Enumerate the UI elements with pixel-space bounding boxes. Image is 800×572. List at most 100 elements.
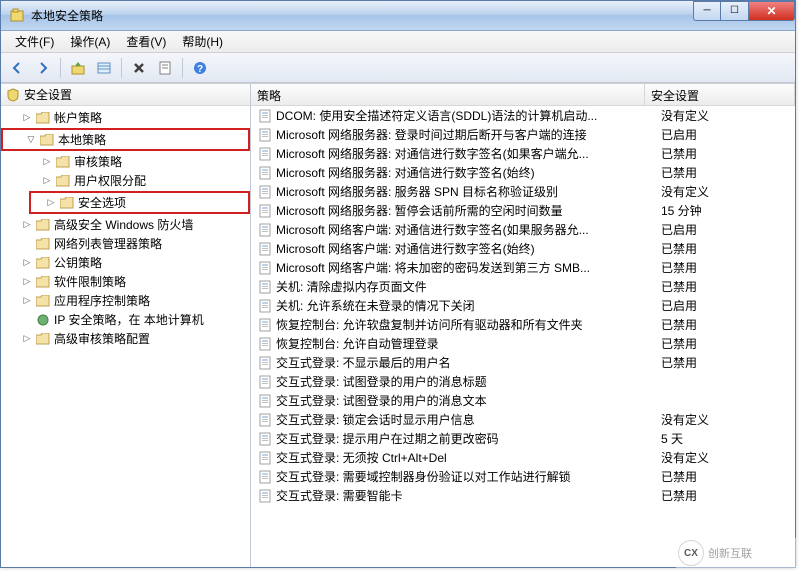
policy-icon [257, 450, 273, 466]
help-button[interactable]: ? [188, 56, 212, 80]
policy-setting: 已禁用 [661, 164, 795, 181]
expand-icon[interactable]: ▷ [21, 219, 33, 231]
list-row[interactable]: Microsoft 网络服务器: 对通信进行数字签名(如果客户端允...已禁用 [251, 144, 795, 163]
policy-setting: 已禁用 [661, 278, 795, 295]
list-row[interactable]: Microsoft 网络服务器: 暂停会话前所需的空闲时间数量15 分钟 [251, 201, 795, 220]
policy-icon [257, 260, 273, 276]
expand-icon[interactable]: ▷ [45, 197, 57, 209]
highlight-security-options: ▷ 安全选项 [29, 191, 250, 214]
tree-item-publickey[interactable]: ▷ 公钥策略 [1, 253, 250, 272]
list-row[interactable]: 关机: 清除虚拟内存页面文件已禁用 [251, 277, 795, 296]
delete-button[interactable] [127, 56, 151, 80]
expand-icon[interactable]: ▷ [41, 175, 53, 187]
forward-button[interactable] [31, 56, 55, 80]
tree-item-label: 帐户策略 [54, 109, 102, 126]
policy-icon [257, 146, 273, 162]
list-row[interactable]: 交互式登录: 需要智能卡已禁用 [251, 486, 795, 505]
list-row[interactable]: Microsoft 网络服务器: 登录时间过期后断开与客户端的连接已启用 [251, 125, 795, 144]
tree-item-audit-policy[interactable]: ▷ 审核策略 [1, 152, 250, 171]
tree-item-label: 高级安全 Windows 防火墙 [54, 216, 193, 233]
expand-spacer [21, 238, 33, 250]
minimize-button[interactable]: ─ [693, 1, 721, 21]
list-row[interactable]: Microsoft 网络服务器: 服务器 SPN 目标名称验证级别没有定义 [251, 182, 795, 201]
policy-name: Microsoft 网络服务器: 对通信进行数字签名(始终) [276, 164, 661, 181]
list-row[interactable]: 交互式登录: 锁定会话时显示用户信息没有定义 [251, 410, 795, 429]
toolbar-separator [121, 58, 122, 78]
menu-view[interactable]: 查看(V) [118, 31, 174, 52]
tree-item-local-policy[interactable]: ▽ 本地策略 [5, 130, 246, 149]
tree-item-user-rights[interactable]: ▷ 用户权限分配 [1, 171, 250, 190]
expand-icon[interactable]: ▷ [21, 295, 33, 307]
menu-file[interactable]: 文件(F) [7, 31, 62, 52]
back-button[interactable] [5, 56, 29, 80]
policy-setting: 没有定义 [661, 183, 795, 200]
content-area: 安全设置 ▷ 帐户策略 ▽ 本地策略 ▷ [1, 83, 795, 567]
window-title: 本地安全策略 [31, 7, 693, 24]
folder-icon [59, 195, 75, 211]
list-row[interactable]: 关机: 允许系统在未登录的情况下关闭已启用 [251, 296, 795, 315]
list-button[interactable] [92, 56, 116, 80]
policy-name: 交互式登录: 无须按 Ctrl+Alt+Del [276, 449, 661, 466]
policy-name: 交互式登录: 不显示最后的用户名 [276, 354, 661, 371]
policy-setting: 5 天 [661, 430, 795, 447]
folder-icon [35, 217, 51, 233]
list-row[interactable]: 交互式登录: 试图登录的用户的消息标题 [251, 372, 795, 391]
list-row[interactable]: 交互式登录: 需要域控制器身份验证以对工作站进行解锁已禁用 [251, 467, 795, 486]
list-row[interactable]: 恢复控制台: 允许软盘复制并访问所有驱动器和所有文件夹已禁用 [251, 315, 795, 334]
policy-setting: 已禁用 [661, 468, 795, 485]
list-row[interactable]: 交互式登录: 无须按 Ctrl+Alt+Del没有定义 [251, 448, 795, 467]
toolbar-separator [182, 58, 183, 78]
list-row[interactable]: 交互式登录: 试图登录的用户的消息文本 [251, 391, 795, 410]
expand-icon[interactable]: ▷ [21, 333, 33, 345]
policy-icon [257, 241, 273, 257]
column-setting[interactable]: 安全设置 [645, 84, 795, 105]
policy-icon [257, 336, 273, 352]
policy-name: 交互式登录: 需要域控制器身份验证以对工作站进行解锁 [276, 468, 661, 485]
folder-icon [35, 236, 51, 252]
list-row[interactable]: Microsoft 网络客户端: 将未加密的密码发送到第三方 SMB...已禁用 [251, 258, 795, 277]
tree-item-app-control[interactable]: ▷ 应用程序控制策略 [1, 291, 250, 310]
tree-item-firewall[interactable]: ▷ 高级安全 Windows 防火墙 [1, 215, 250, 234]
list-row[interactable]: Microsoft 网络服务器: 对通信进行数字签名(始终)已禁用 [251, 163, 795, 182]
close-button[interactable]: ✕ [749, 1, 795, 21]
expand-icon[interactable]: ▷ [21, 276, 33, 288]
menu-action[interactable]: 操作(A) [62, 31, 118, 52]
tree-item-software-restrict[interactable]: ▷ 软件限制策略 [1, 272, 250, 291]
policy-setting: 已禁用 [661, 259, 795, 276]
policy-icon [257, 279, 273, 295]
tree-item-label: 公钥策略 [54, 254, 102, 271]
ipsec-icon [35, 312, 51, 328]
expand-icon[interactable]: ▷ [41, 156, 53, 168]
toolbar: ? [1, 53, 795, 83]
folder-icon [39, 132, 55, 148]
titlebar[interactable]: 本地安全策略 ─ ☐ ✕ [1, 1, 795, 31]
tree-item-label: 软件限制策略 [54, 273, 126, 290]
tree-item-ipsec[interactable]: IP 安全策略，在 本地计算机 [1, 310, 250, 329]
list-row[interactable]: Microsoft 网络客户端: 对通信进行数字签名(如果服务器允...已启用 [251, 220, 795, 239]
list-row[interactable]: 交互式登录: 不显示最后的用户名已禁用 [251, 353, 795, 372]
watermark: CX 创新互联 [676, 538, 796, 568]
tree-item-netlist[interactable]: 网络列表管理器策略 [1, 234, 250, 253]
policy-icon [257, 317, 273, 333]
properties-button[interactable] [153, 56, 177, 80]
tree-item-adv-audit[interactable]: ▷ 高级审核策略配置 [1, 329, 250, 348]
column-policy[interactable]: 策略 [251, 84, 645, 105]
tree: ▷ 帐户策略 ▽ 本地策略 ▷ 审核策略 ▷ [1, 106, 250, 350]
tree-item-security-options[interactable]: ▷ 安全选项 [33, 193, 246, 212]
list-row[interactable]: DCOM: 使用安全描述符定义语言(SDDL)语法的计算机启动...没有定义 [251, 106, 795, 125]
expand-icon[interactable]: ▷ [21, 112, 33, 124]
up-button[interactable] [66, 56, 90, 80]
list-body[interactable]: DCOM: 使用安全描述符定义语言(SDDL)语法的计算机启动...没有定义Mi… [251, 106, 795, 567]
tree-item-label: 高级审核策略配置 [54, 330, 150, 347]
expand-icon[interactable]: ▷ [21, 257, 33, 269]
list-row[interactable]: 恢复控制台: 允许自动管理登录已禁用 [251, 334, 795, 353]
list-row[interactable]: 交互式登录: 提示用户在过期之前更改密码5 天 [251, 429, 795, 448]
policy-name: Microsoft 网络服务器: 服务器 SPN 目标名称验证级别 [276, 183, 661, 200]
tree-header: 安全设置 [1, 84, 250, 106]
list-row[interactable]: Microsoft 网络客户端: 对通信进行数字签名(始终)已禁用 [251, 239, 795, 258]
policy-name: 关机: 清除虚拟内存页面文件 [276, 278, 661, 295]
collapse-icon[interactable]: ▽ [25, 134, 37, 146]
tree-item-account-policy[interactable]: ▷ 帐户策略 [1, 108, 250, 127]
menu-help[interactable]: 帮助(H) [174, 31, 231, 52]
maximize-button[interactable]: ☐ [721, 1, 749, 21]
